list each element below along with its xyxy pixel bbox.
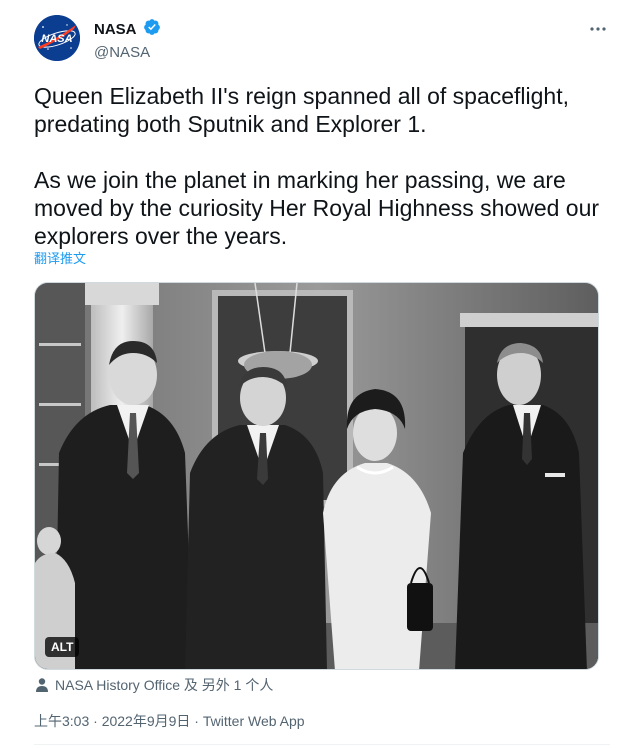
meta-separator: · — [89, 713, 102, 729]
tweet-date[interactable]: 2022年9月9日 — [102, 713, 191, 729]
nasa-avatar[interactable]: NASA — [34, 15, 80, 61]
more-options-button[interactable] — [586, 17, 610, 41]
tweet-meta: 上午3:03 · 2022年9月9日 · Twitter Web App — [34, 712, 305, 730]
tweet-time[interactable]: 上午3:03 — [34, 713, 89, 729]
author-display-name[interactable]: NASA — [94, 20, 137, 40]
tweet-header: NASA NASA @NASA — [34, 15, 610, 63]
tweet-source: Twitter Web App — [202, 713, 305, 729]
author-block: NASA @NASA — [94, 18, 161, 63]
tweet-text: Queen Elizabeth II's reign spanned all o… — [34, 83, 600, 249]
verified-badge-icon — [143, 18, 161, 41]
divider — [34, 744, 610, 745]
tagged-people[interactable]: NASA History Office 及 另外 1 个人 — [34, 676, 273, 697]
nasa-logo-icon: NASA — [34, 15, 80, 61]
meta-separator: · — [190, 713, 203, 729]
author-handle[interactable]: @NASA — [94, 43, 161, 63]
photo-image — [35, 283, 598, 669]
person-icon — [34, 677, 50, 697]
tagged-people-text: NASA History Office 及 另外 1 个人 — [55, 677, 274, 693]
translate-tweet-link[interactable]: 翻译推文 — [34, 251, 86, 267]
svg-text:NASA: NASA — [41, 33, 72, 45]
tweet-photo[interactable]: ALT — [34, 282, 599, 670]
more-options-icon — [590, 27, 606, 31]
alt-text-badge[interactable]: ALT — [45, 637, 80, 657]
